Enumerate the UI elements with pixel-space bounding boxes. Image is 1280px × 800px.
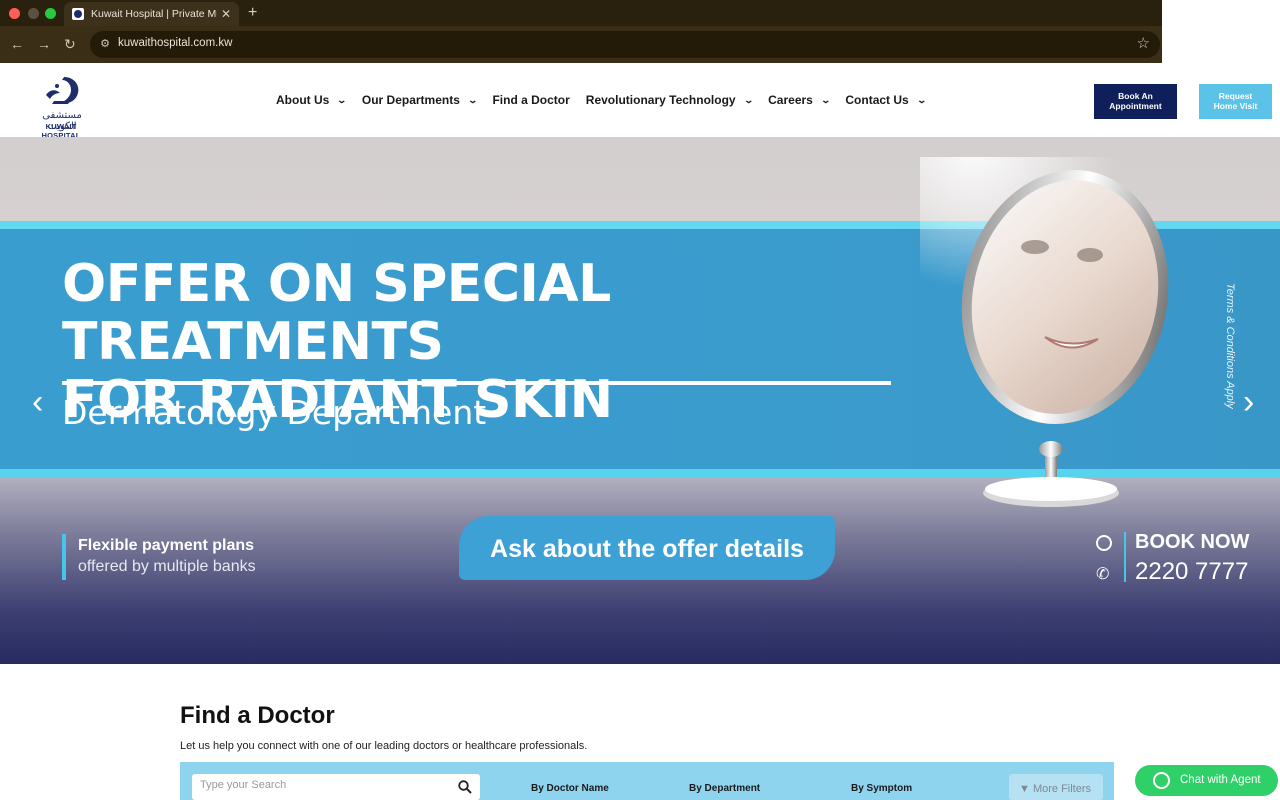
book-now-label: BOOK NOW <box>1135 531 1250 553</box>
address-bar[interactable]: ⚙ kuwaithospital.com.kw ☆ <box>90 31 1160 58</box>
window-minimize-icon[interactable] <box>28 8 39 19</box>
chevron-down-icon: ⌄ <box>743 94 754 105</box>
phone-icon: ✆ <box>1096 566 1110 583</box>
browser-tab[interactable]: Kuwait Hospital | Private Multi ✕ <box>64 2 239 26</box>
payment-accent-bar <box>62 534 66 580</box>
mirror-image <box>920 157 1169 507</box>
chevron-down-icon: ⌄ <box>336 94 348 105</box>
carousel-next-arrow-icon[interactable]: › <box>1243 383 1254 422</box>
nav-label: Find a Doctor <box>492 93 570 107</box>
hero-carousel[interactable]: OFFER ON SPECIAL TREATMENTS FOR RADIANT … <box>0 137 1280 664</box>
nav-label: Contact Us <box>845 93 909 107</box>
hero-headline-line1: OFFER ON SPECIAL TREATMENTS <box>62 254 611 372</box>
nav-label: Revolutionary Technology <box>585 93 736 107</box>
doctor-search-input[interactable] <box>200 779 450 791</box>
nav-label: Careers <box>768 93 813 107</box>
nav-revolutionary-technology[interactable]: Revolutionary Technology ⌄ <box>585 93 754 107</box>
chat-with-agent-button[interactable]: Chat with Agent <box>1135 765 1278 796</box>
window-maximize-icon[interactable] <box>45 8 56 19</box>
chrome-side-area <box>1162 0 1280 63</box>
browser-chrome: Kuwait Hospital | Private Multi ✕ + ← → … <box>0 0 1280 63</box>
nav-label: About Us <box>276 93 330 107</box>
doctor-search-panel: By Doctor Name By Department By Symptom … <box>180 762 1114 800</box>
tab-by-symptom[interactable]: By Symptom <box>851 783 912 794</box>
browser-tab-bar: Kuwait Hospital | Private Multi ✕ + <box>0 0 1162 26</box>
url-text[interactable]: kuwaithospital.com.kw <box>118 37 232 49</box>
hero-divider <box>62 381 891 385</box>
tab-by-department[interactable]: By Department <box>689 783 760 794</box>
forward-button[interactable]: → <box>37 36 51 52</box>
whatsapp-chat-icon <box>1153 772 1170 789</box>
filter-funnel-icon: ▼ <box>1019 783 1030 795</box>
nav-find-a-doctor[interactable]: Find a Doctor <box>492 93 569 107</box>
chat-label: Chat with Agent <box>1180 774 1261 786</box>
book-button-line1: Book An <box>1118 91 1153 101</box>
tab-close-icon[interactable]: ✕ <box>221 7 231 21</box>
site-header: مستشفى الكويت KUWAIT HOSPITAL About Us ⌄… <box>0 63 1280 140</box>
find-doctor-title: Find a Doctor <box>180 702 335 729</box>
new-tab-button[interactable]: + <box>248 4 257 22</box>
more-filters-label: More Filters <box>1032 783 1092 795</box>
chevron-down-icon: ⌄ <box>467 94 478 105</box>
payment-plans-title: Flexible payment plans <box>78 537 255 554</box>
back-button[interactable]: ← <box>10 36 24 52</box>
bookmark-star-icon[interactable]: ☆ <box>1137 34 1150 52</box>
tab-title: Kuwait Hospital | Private Multi <box>91 8 217 20</box>
ask-offer-button[interactable]: Ask about the offer details <box>459 516 835 580</box>
terms-note: Terms & Conditions Apply <box>1224 283 1236 409</box>
payment-plans-subtitle: offered by multiple banks <box>78 558 256 575</box>
carousel-prev-arrow-icon[interactable]: ‹ <box>32 383 43 422</box>
window-close-icon[interactable] <box>9 8 20 19</box>
booking-phone-number: 2220 7777 <box>1135 558 1249 585</box>
nav-careers[interactable]: Careers ⌄ <box>768 93 831 107</box>
book-button-line2: Appointment <box>1109 101 1162 111</box>
browser-toolbar: ← → ↻ ⚙ kuwaithospital.com.kw ☆ <box>0 26 1162 63</box>
more-filters-button[interactable]: ▼ More Filters <box>1009 774 1103 800</box>
nav-contact-us[interactable]: Contact Us ⌄ <box>845 93 927 107</box>
request-home-visit-button[interactable]: Request Home Visit <box>1199 84 1272 119</box>
favicon-icon <box>72 8 84 20</box>
doctor-search-box[interactable] <box>192 774 480 800</box>
nav-about-us[interactable]: About Us ⌄ <box>276 93 348 107</box>
nav-our-departments[interactable]: Our Departments ⌄ <box>361 93 478 107</box>
tab-by-doctor-name[interactable]: By Doctor Name <box>531 783 609 794</box>
chevron-down-icon: ⌄ <box>916 94 927 105</box>
chevron-down-icon: ⌄ <box>820 94 831 105</box>
book-divider <box>1124 532 1126 582</box>
visit-button-line1: Request <box>1218 91 1253 101</box>
site-settings-icon[interactable]: ⚙ <box>97 36 113 52</box>
nav-label: Our Departments <box>361 93 460 107</box>
book-appointment-button[interactable]: Book An Appointment <box>1094 84 1177 119</box>
logo-mark-icon <box>46 77 79 104</box>
whatsapp-icon <box>1096 535 1112 551</box>
find-doctor-description: Let us help you connect with one of our … <box>180 740 588 752</box>
visit-button-line2: Home Visit <box>1213 101 1258 111</box>
hospital-logo[interactable]: مستشفى الكويت KUWAIT HOSPITAL <box>26 75 96 140</box>
hero-subtitle: Dermatology Department <box>62 393 487 432</box>
reload-button[interactable]: ↻ <box>64 36 76 53</box>
main-navigation: About Us ⌄ Our Departments ⌄ Find a Doct… <box>276 93 941 107</box>
search-icon[interactable] <box>458 780 472 794</box>
